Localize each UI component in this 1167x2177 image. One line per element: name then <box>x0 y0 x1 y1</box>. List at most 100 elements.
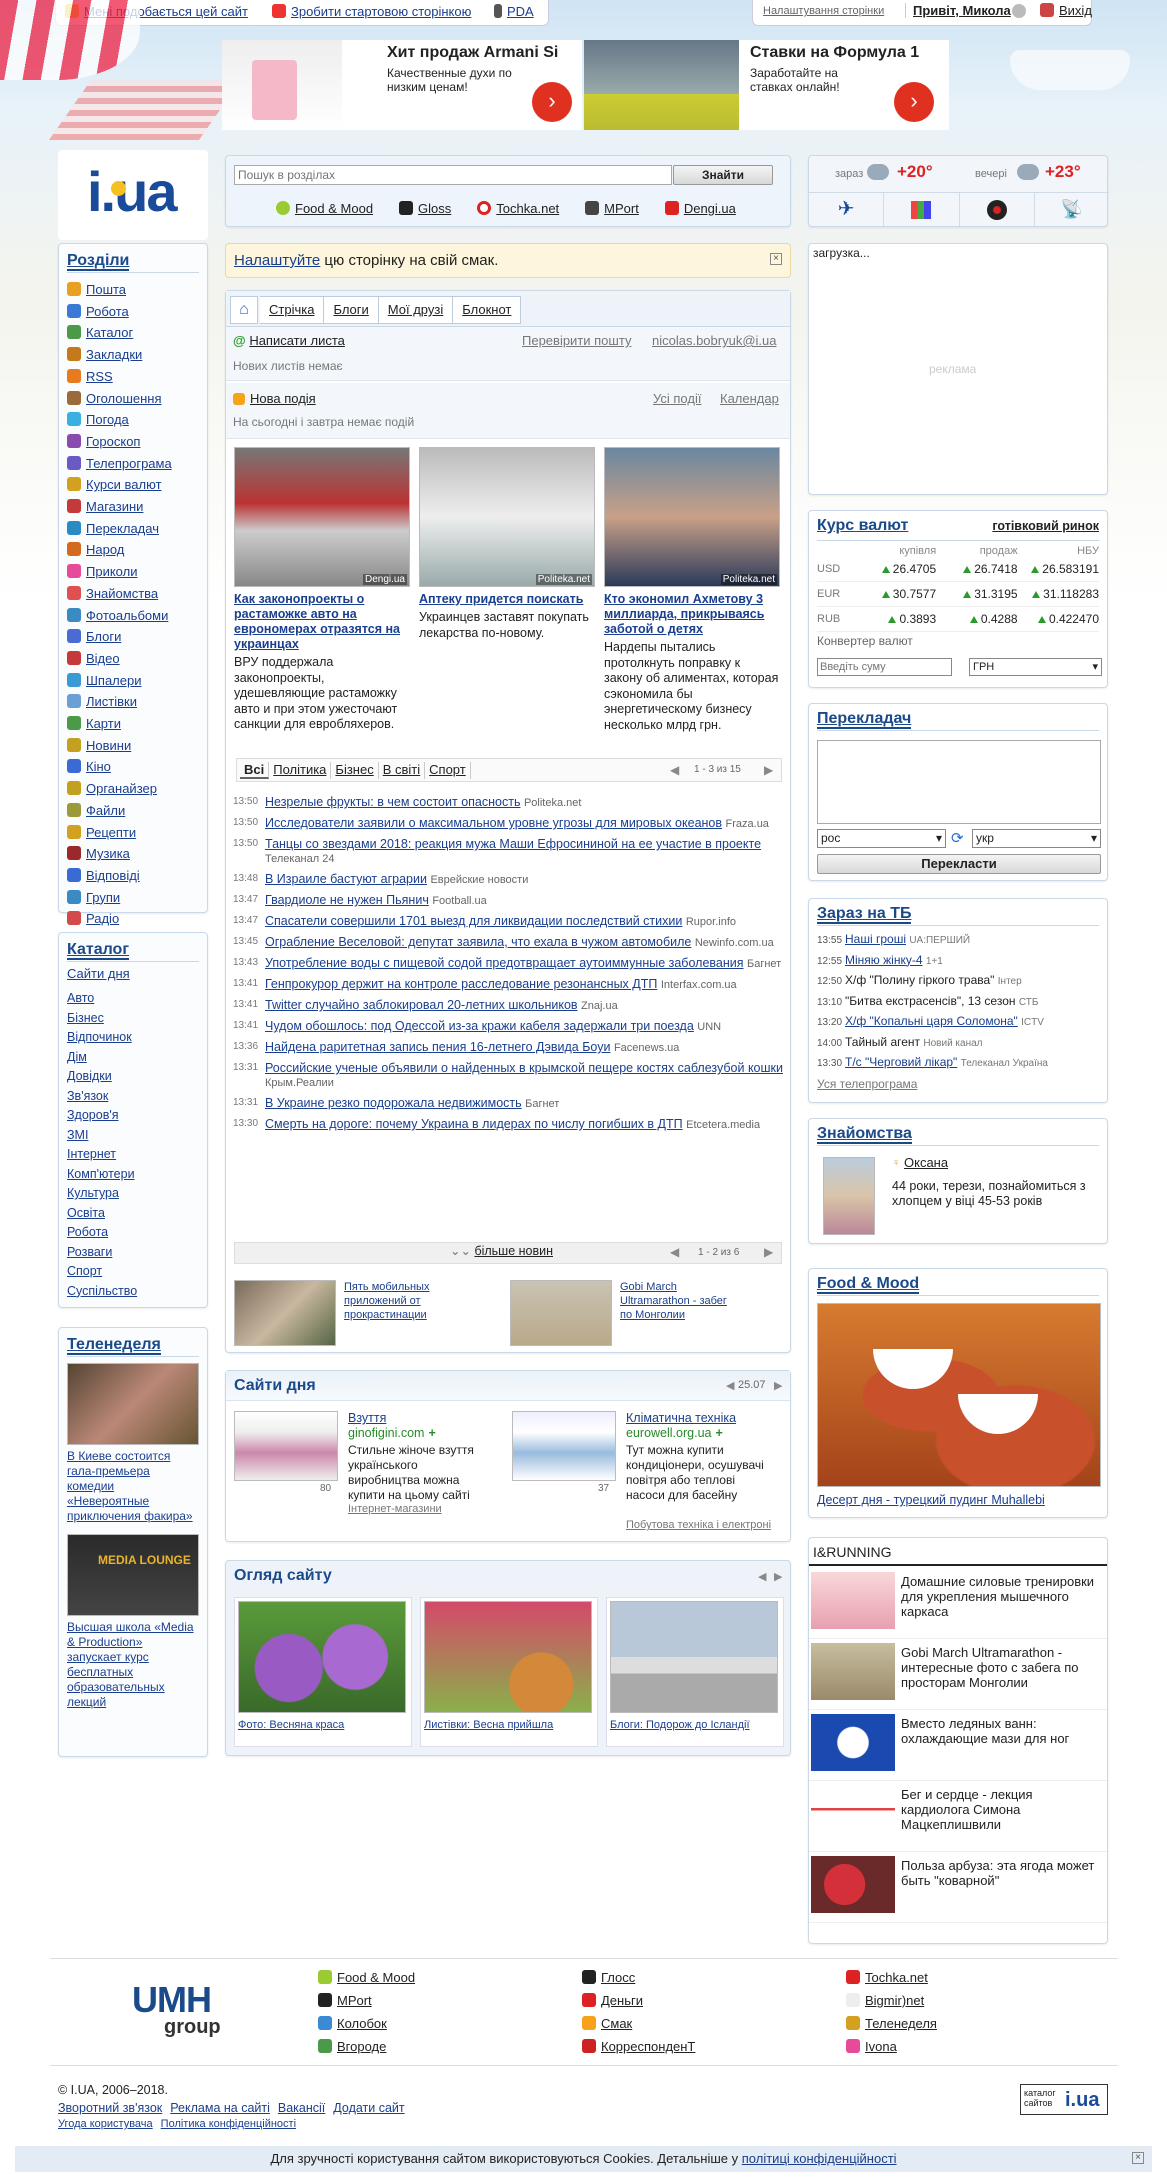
news-headline[interactable]: Исследователи заявили о максимальном уро… <box>265 816 722 830</box>
news-headline[interactable]: Российские ученые объявили о найденных в… <box>265 1061 783 1075</box>
top-news-headline[interactable]: Аптеку придется поискать <box>419 592 595 607</box>
sidebar-item[interactable]: Погода <box>67 409 199 431</box>
news-headline[interactable]: В Украине резко подорожала недвижимость <box>265 1096 522 1110</box>
sites-of-day-link[interactable]: Сайти дня <box>67 966 199 981</box>
umh-logo[interactable]: UMH group <box>132 1982 221 2038</box>
sidebar-item[interactable]: Каталог <box>67 322 199 344</box>
running-title[interactable]: I&RUNNING <box>809 1544 1107 1566</box>
tv-all-link[interactable]: Уся телепрограма <box>817 1077 1099 1091</box>
site-day-section[interactable]: Інтернет-магазини <box>348 1503 442 1515</box>
catalog-item[interactable]: Здоров'я <box>67 1106 199 1126</box>
news-headline[interactable]: Незрелые фрукты: в чем состоит опасность <box>265 795 520 809</box>
sidebar-item[interactable]: Файли <box>67 800 199 822</box>
site-day-domain[interactable]: eurowell.org.ua <box>626 1426 711 1440</box>
top-news-image[interactable]: Dengi.ua <box>234 447 410 587</box>
food-image[interactable] <box>817 1303 1101 1487</box>
news-headline[interactable]: Спасатели совершили 1701 выезд для ликви… <box>265 914 682 928</box>
weather-panel[interactable]: зараз +20° вечері +23° ✈ 📡 <box>808 155 1109 227</box>
catalog-item[interactable]: Авто <box>67 989 199 1009</box>
news-tab[interactable]: Всі <box>240 762 270 779</box>
food-caption[interactable]: Десерт дня - турецкий пудинг Muhallebi <box>817 1493 1045 1507</box>
set-homepage-link[interactable]: Зробити стартовою сторінкою <box>272 4 471 19</box>
catalog-item[interactable]: ЗМІ <box>67 1126 199 1146</box>
ad-banner-armani[interactable]: Хит продаж Armani Si Качественные духи п… <box>222 40 582 130</box>
news-headline[interactable]: В Израиле бастуют аграрии <box>265 872 427 886</box>
dating-title[interactable]: Знайомства <box>817 1125 1099 1146</box>
running-item[interactable]: Бег и сердце - лекция кардиолога Симона … <box>809 1781 1107 1852</box>
running-image[interactable] <box>811 1785 895 1842</box>
catalog-item[interactable]: Довідки <box>67 1067 199 1087</box>
sidebar-item[interactable]: Музика <box>67 843 199 865</box>
sidebar-item[interactable]: Відео <box>67 648 199 670</box>
footer-partner-link[interactable]: КорреспонденТ <box>582 2035 695 2058</box>
tv-program[interactable]: Т/с "Черговий лікар" <box>845 1055 957 1069</box>
privacy-policy-link[interactable]: політиці конфіденційності <box>742 2151 897 2166</box>
teleweek-image-2[interactable]: MEDIA LOUNGE <box>67 1534 199 1616</box>
target-language-select[interactable]: укр ▾ <box>972 829 1101 848</box>
pda-link[interactable]: PDA <box>494 4 534 19</box>
footer-legal-link[interactable]: Політика конфіденційності <box>161 2118 296 2130</box>
sidebar-item[interactable]: Фотоальбоми <box>67 605 199 627</box>
teleweek-title[interactable]: Теленеделя <box>67 1336 199 1357</box>
sidebar-item[interactable]: Блоги <box>67 626 199 648</box>
catalog-item[interactable]: Комп'ютери <box>67 1165 199 1185</box>
bottom-news-link-1[interactable]: Пять мобильных приложений от прокрастина… <box>344 1280 464 1322</box>
close-icon[interactable]: × <box>770 253 782 265</box>
ad-banner-formula[interactable]: Ставки на Формула 1 Заработайте на ставк… <box>584 40 949 130</box>
sidebar-item[interactable]: Оголошення <box>67 388 199 410</box>
currency-title[interactable]: Курс валют <box>817 517 908 534</box>
sidebar-item[interactable]: Курси валют <box>67 474 199 496</box>
sidebar-item[interactable]: Магазини <box>67 496 199 518</box>
sidebar-item[interactable]: Органайзер <box>67 778 199 800</box>
tv-program[interactable]: Наші гроші <box>845 932 906 946</box>
top-news-image[interactable]: Politeka.net <box>604 447 780 587</box>
news-headline[interactable]: Генпрокурор держит на контроле расследов… <box>265 977 657 991</box>
next-arrow-icon[interactable]: ▶ <box>774 1379 782 1392</box>
site-day-screenshot[interactable] <box>512 1411 616 1481</box>
arrow-right-icon[interactable]: › <box>894 82 934 122</box>
grid-icon[interactable] <box>884 193 960 226</box>
footer-link[interactable]: Реклама на сайті <box>170 2101 270 2115</box>
sidebar-item[interactable]: Приколи <box>67 561 199 583</box>
tv-program[interactable]: Х/ф "Копальні царя Соломона" <box>845 1014 1018 1028</box>
news-headline[interactable]: Найдена раритетная запись пения 16-летне… <box>265 1040 610 1054</box>
catalog-item[interactable]: Суспільство <box>67 1282 199 1302</box>
footer-partner-link[interactable]: Теленеделя <box>846 2012 937 2035</box>
running-image[interactable] <box>811 1856 895 1913</box>
tv-title[interactable]: Зараз на ТБ <box>817 905 1099 926</box>
sidebar-item[interactable]: RSS <box>67 366 199 388</box>
news-tab[interactable]: Спорт <box>425 762 471 779</box>
teleweek-article-1[interactable]: В Киеве состоится гала-премьера комедии … <box>67 1449 199 1524</box>
review-title[interactable]: Огляд сайту <box>226 1561 790 1591</box>
sidebar-item[interactable]: Новини <box>67 735 199 757</box>
next-arrow-icon[interactable]: ▶ <box>764 1245 773 1259</box>
sidebar-item[interactable]: Листівки <box>67 691 199 713</box>
feed-tab[interactable]: Стрічка <box>260 296 325 324</box>
check-mail-link[interactable]: Перевірити пошту <box>522 333 631 348</box>
site-day-section[interactable]: Побутова техніка і електроні <box>626 1519 771 1531</box>
running-item[interactable]: Польза арбуза: эта ягода может быть "ков… <box>809 1852 1107 1923</box>
sidebar-item[interactable]: Карти <box>67 713 199 735</box>
footer-partner-link[interactable]: Tochka.net <box>846 1966 937 1989</box>
feed-tab[interactable]: Мої друзі <box>378 296 454 324</box>
plus-icon[interactable]: + <box>428 1426 435 1440</box>
next-arrow-icon[interactable]: ▶ <box>764 758 773 782</box>
write-mail-link[interactable]: @ Написати листа <box>233 333 345 348</box>
top-news-headline[interactable]: Кто экономил Ахметову 3 миллиарда, прикр… <box>604 592 780 637</box>
footer-partner-link[interactable]: Ivona <box>846 2035 937 2058</box>
email-address[interactable]: nicolas.bobryuk@i.ua <box>652 333 776 348</box>
footer-partner-link[interactable]: Деньги <box>582 1989 695 2012</box>
greeting[interactable]: Привіт, Микола <box>905 3 1011 18</box>
feed-tab[interactable]: Блокнот <box>453 296 522 324</box>
sidebar-item[interactable]: Закладки <box>67 344 199 366</box>
review-card[interactable]: Блоги: Подорож до Ісландії <box>606 1597 784 1747</box>
sidebar-item[interactable]: Телепрограма <box>67 453 199 475</box>
plane-icon[interactable]: ✈ <box>809 193 885 226</box>
running-headline[interactable]: Польза арбуза: эта ягода может быть "ков… <box>901 1858 1101 1888</box>
catalog-item[interactable]: Розваги <box>67 1243 199 1263</box>
food-mood-link[interactable]: Food & Mood <box>276 201 373 216</box>
ad-box[interactable]: загрузка... реклама <box>808 243 1108 495</box>
food-title[interactable]: Food & Mood <box>817 1275 1099 1296</box>
translator-input[interactable] <box>817 740 1101 824</box>
footer-link[interactable]: Додати сайт <box>333 2101 404 2115</box>
